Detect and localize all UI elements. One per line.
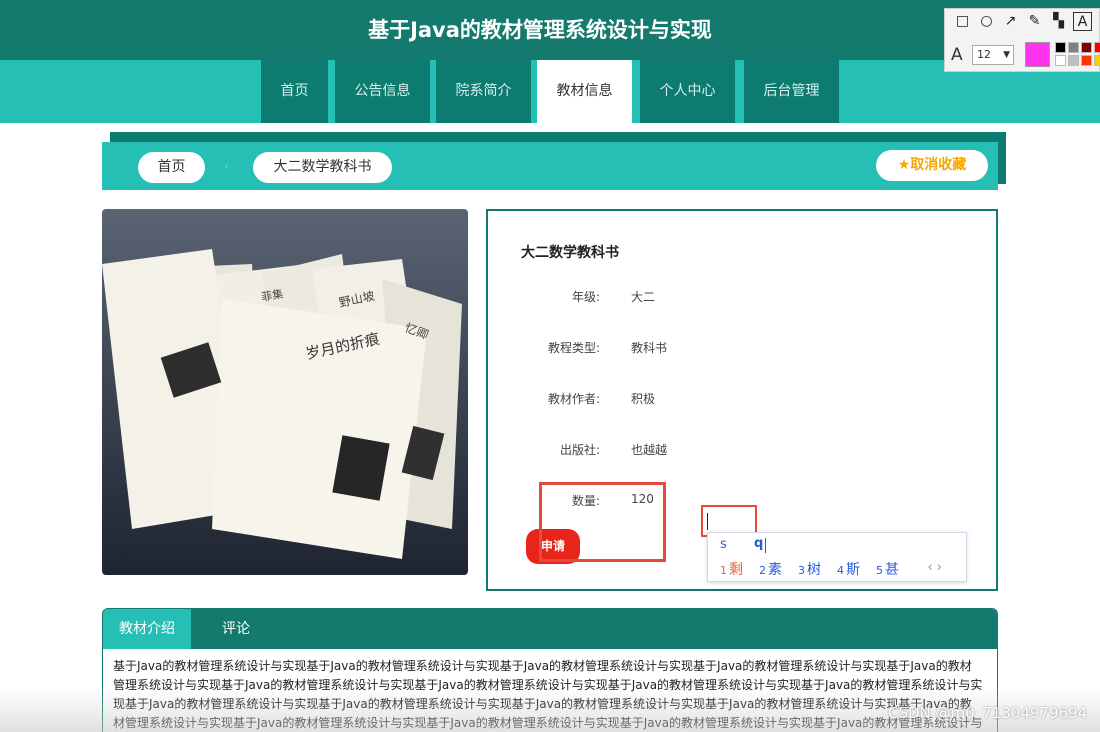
chevron-down-icon: ▼ [1003, 50, 1010, 60]
ime-candidate[interactable]: 5甚 [876, 559, 899, 579]
unfavorite-label: 取消收藏 [910, 157, 967, 173]
nav-item-admin[interactable]: 后台管理 [744, 60, 839, 123]
text-caret [707, 513, 708, 530]
field-label-author: 教材作者: [547, 392, 600, 406]
color-swatch[interactable] [1094, 55, 1100, 66]
ime-candidate[interactable]: 1剩 [720, 559, 743, 579]
mosaic-tool-icon[interactable]: ▚ [1049, 12, 1068, 31]
tab-comments[interactable]: 评论 [203, 609, 269, 649]
nav-item-profile[interactable]: 个人中心 [640, 60, 735, 123]
watermark: CSDN @m0_71304979694 [888, 704, 1088, 722]
nav-item-textbooks[interactable]: 教材信息 [537, 60, 632, 123]
color-swatch[interactable] [1068, 42, 1079, 53]
field-value-publisher: 也越越 [631, 443, 668, 457]
nav-item-announcements[interactable]: 公告信息 [335, 60, 430, 123]
color-swatch[interactable] [1068, 55, 1079, 66]
ime-candidate[interactable]: 2素 [759, 559, 782, 579]
annotation-highlight-box [539, 482, 666, 562]
ime-cursor [765, 538, 766, 553]
book-title: 大二数学教科书 [521, 245, 619, 261]
ime-candidate[interactable]: 3树 [798, 559, 821, 579]
nav-item-departments[interactable]: 院系简介 [436, 60, 531, 123]
font-icon: A [951, 45, 963, 65]
color-swatch[interactable] [1055, 55, 1066, 66]
ime-candidate-popup: s q 1剩 2素 3树 4斯 5甚 ‹ › [707, 532, 967, 582]
breadcrumb-home[interactable]: 首页 [138, 152, 205, 183]
ime-page-arrows[interactable]: ‹ › [927, 560, 942, 575]
annotation-toolbar: □ ○ ↗ ✎ ▚ A A 12 ▼ [944, 8, 1100, 72]
field-label-publisher: 出版社: [559, 443, 600, 457]
star-icon: ★ [897, 157, 911, 173]
ime-candidate[interactable]: 4斯 [837, 559, 860, 579]
nav-item-home[interactable]: 首页 [261, 60, 328, 123]
tabs-header: 教材介绍 评论 [103, 609, 997, 649]
unfavorite-button[interactable]: ★取消收藏 [876, 150, 988, 181]
breadcrumb [102, 142, 998, 190]
pen-tool-icon[interactable]: ✎ [1025, 12, 1044, 31]
field-value-grade: 大二 [631, 290, 656, 304]
ime-candidates: 1剩 2素 3树 4斯 5甚 [720, 559, 899, 579]
font-size-value: 12 [977, 48, 991, 61]
color-swatch[interactable] [1055, 42, 1066, 53]
site-title: 基于Java的教材管理系统设计与实现 [368, 18, 712, 42]
tab-introduction[interactable]: 教材介绍 [103, 609, 191, 649]
book-cover-image: 岁月的折痕 野山坡 忆卿 菲集 [102, 209, 468, 575]
breadcrumb-current: 大二数学教科书 [253, 152, 392, 183]
ime-composition-tail: q [754, 536, 764, 551]
ime-composition: s [720, 537, 727, 552]
main-nav: 首页 公告信息 院系简介 教材信息 个人中心 后台管理 [0, 60, 1100, 123]
color-swatch[interactable] [1094, 42, 1100, 53]
rectangle-tool-icon[interactable]: □ [953, 12, 972, 31]
breadcrumb-separator: ‹ [224, 159, 229, 173]
color-palette [1055, 42, 1100, 66]
color-swatch[interactable] [1081, 55, 1092, 66]
field-label-grade: 年级: [571, 290, 600, 304]
field-value-type: 教科书 [631, 341, 668, 355]
arrow-tool-icon[interactable]: ↗ [1001, 12, 1020, 31]
text-tool-icon[interactable]: A [1073, 12, 1092, 31]
font-size-select[interactable]: 12 ▼ [972, 45, 1014, 65]
field-label-type: 教程类型: [547, 341, 600, 355]
color-swatch[interactable] [1081, 42, 1092, 53]
ellipse-tool-icon[interactable]: ○ [977, 12, 996, 31]
current-color-swatch[interactable] [1025, 42, 1050, 67]
site-header: 基于Java的教材管理系统设计与实现 [0, 0, 1100, 60]
field-value-author: 积极 [631, 392, 656, 406]
